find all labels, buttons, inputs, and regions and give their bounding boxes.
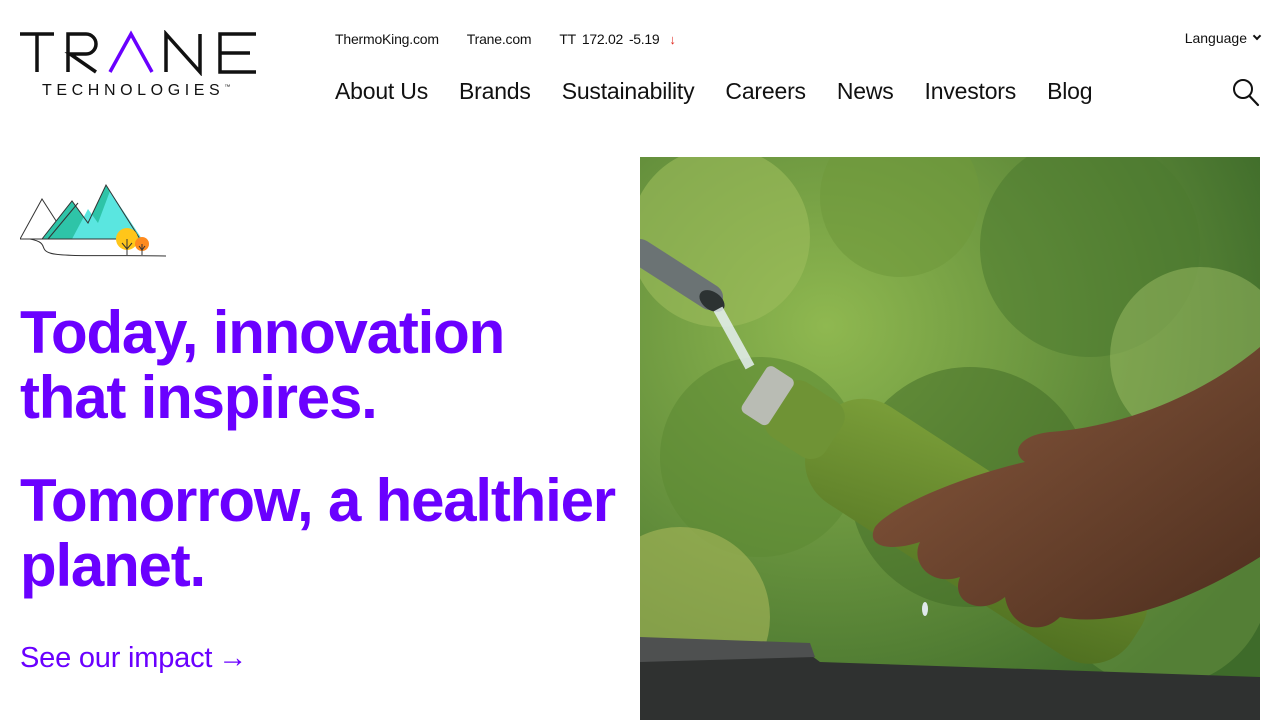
trane-wordmark bbox=[20, 30, 256, 76]
nav-item-blog[interactable]: Blog bbox=[1047, 78, 1092, 105]
ticker-symbol: TT bbox=[559, 31, 576, 47]
hero-headline: Today, innovation that inspires. Tomorro… bbox=[20, 300, 620, 598]
nav-item-news[interactable]: News bbox=[837, 78, 894, 105]
hero-image bbox=[640, 157, 1260, 720]
utility-bar: ThermoKing.com Trane.com TT 172.02 -5.19… bbox=[335, 30, 676, 48]
cta-label: See our impact bbox=[20, 642, 213, 674]
search-button[interactable] bbox=[1232, 78, 1260, 108]
logo-subtitle: TECHNOLOGIES™ bbox=[42, 82, 231, 99]
headline-tomorrow: Tomorrow, a healthier planet. bbox=[20, 467, 616, 599]
arrow-right-icon: → bbox=[218, 642, 248, 674]
mountains-illustration bbox=[19, 183, 168, 259]
trane-link[interactable]: Trane.com bbox=[467, 31, 532, 47]
nav-item-careers[interactable]: Careers bbox=[725, 78, 806, 105]
nav-item-brands[interactable]: Brands bbox=[459, 78, 531, 105]
see-our-impact-link[interactable]: See our impact → bbox=[20, 642, 247, 675]
search-icon bbox=[1233, 79, 1260, 107]
headline-today: Today, innovation that inspires. bbox=[20, 299, 505, 431]
language-selector[interactable]: Language bbox=[1184, 30, 1262, 46]
arrow-down-icon: ↓ bbox=[669, 31, 676, 47]
ticker-price: 172.02 bbox=[581, 31, 623, 47]
chevron-down-icon bbox=[1252, 31, 1262, 41]
main-nav: About Us Brands Sustainability Careers N… bbox=[335, 78, 1092, 105]
trane-technologies-logo[interactable]: TECHNOLOGIES™ bbox=[20, 30, 265, 102]
nav-item-about-us[interactable]: About Us bbox=[335, 78, 428, 105]
language-label: Language bbox=[1184, 30, 1247, 46]
nav-item-investors[interactable]: Investors bbox=[925, 78, 1017, 105]
nav-item-sustainability[interactable]: Sustainability bbox=[562, 78, 695, 105]
thermoking-link[interactable]: ThermoKing.com bbox=[335, 31, 439, 47]
stock-ticker[interactable]: TT 172.02 -5.19 ↓ bbox=[559, 31, 675, 47]
ticker-change: -5.19 bbox=[628, 31, 660, 47]
